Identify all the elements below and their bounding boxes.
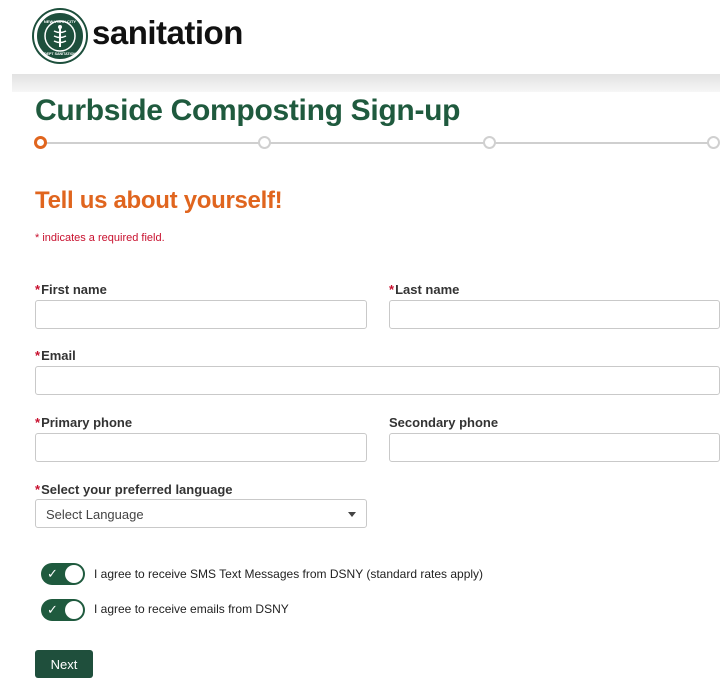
email-consent-label[interactable]: I agree to receive emails from DSNY xyxy=(94,602,289,616)
sms-consent-label[interactable]: I agree to receive SMS Text Messages fro… xyxy=(94,567,483,581)
secondary-phone-input[interactable] xyxy=(389,433,720,462)
header-divider xyxy=(12,74,720,92)
first-name-input[interactable] xyxy=(35,300,367,329)
page-title: Curbside Composting Sign-up xyxy=(35,94,461,127)
required-marker: * xyxy=(35,482,41,497)
email-input[interactable] xyxy=(35,366,720,395)
required-field-note: * indicates a required field. xyxy=(35,232,165,244)
required-marker: * xyxy=(35,348,41,363)
last-name-label-text: Last name xyxy=(395,282,460,297)
svg-text:DEPT SANITATION: DEPT SANITATION xyxy=(44,52,76,56)
last-name-label: *Last name xyxy=(389,282,459,297)
primary-phone-input[interactable] xyxy=(35,433,367,462)
step-2-indicator xyxy=(258,136,271,149)
first-name-label-text: First name xyxy=(41,282,107,297)
email-label: *Email xyxy=(35,348,76,363)
step-3-indicator xyxy=(483,136,496,149)
caret-down-icon xyxy=(348,512,356,517)
toggle-knob xyxy=(65,601,83,619)
seal-graphic: NEW YORK CITY DEPT SANITATION xyxy=(44,19,76,56)
dsny-seal-icon[interactable]: NEW YORK CITY DEPT SANITATION xyxy=(34,10,86,62)
secondary-phone-label-text: Secondary phone xyxy=(389,415,499,430)
check-icon: ✓ xyxy=(47,566,58,581)
language-label-text: Select your preferred language xyxy=(41,482,233,497)
email-label-text: Email xyxy=(41,348,76,363)
step-4-indicator xyxy=(707,136,720,149)
required-marker: * xyxy=(35,415,41,430)
language-selected-value: Select Language xyxy=(46,507,144,522)
primary-phone-label: *Primary phone xyxy=(35,415,132,430)
check-icon: ✓ xyxy=(47,602,58,617)
email-consent-toggle[interactable]: ✓ xyxy=(41,599,85,621)
first-name-label: *First name xyxy=(35,282,107,297)
step-1-indicator xyxy=(34,136,47,149)
secondary-phone-label: Secondary phone xyxy=(389,415,498,430)
language-label: *Select your preferred language xyxy=(35,482,233,497)
section-heading: Tell us about yourself! xyxy=(35,187,283,214)
language-select[interactable]: Select Language xyxy=(35,499,367,528)
next-button[interactable]: Next xyxy=(35,650,93,678)
toggle-knob xyxy=(65,565,83,583)
required-marker: * xyxy=(389,282,395,297)
svg-text:NEW YORK CITY: NEW YORK CITY xyxy=(44,19,76,24)
stepper-track xyxy=(46,142,716,144)
required-marker: * xyxy=(35,282,41,297)
brand-wordmark[interactable]: sanitation xyxy=(92,14,243,52)
last-name-input[interactable] xyxy=(389,300,720,329)
sms-consent-toggle[interactable]: ✓ xyxy=(41,563,85,585)
primary-phone-label-text: Primary phone xyxy=(41,415,133,430)
